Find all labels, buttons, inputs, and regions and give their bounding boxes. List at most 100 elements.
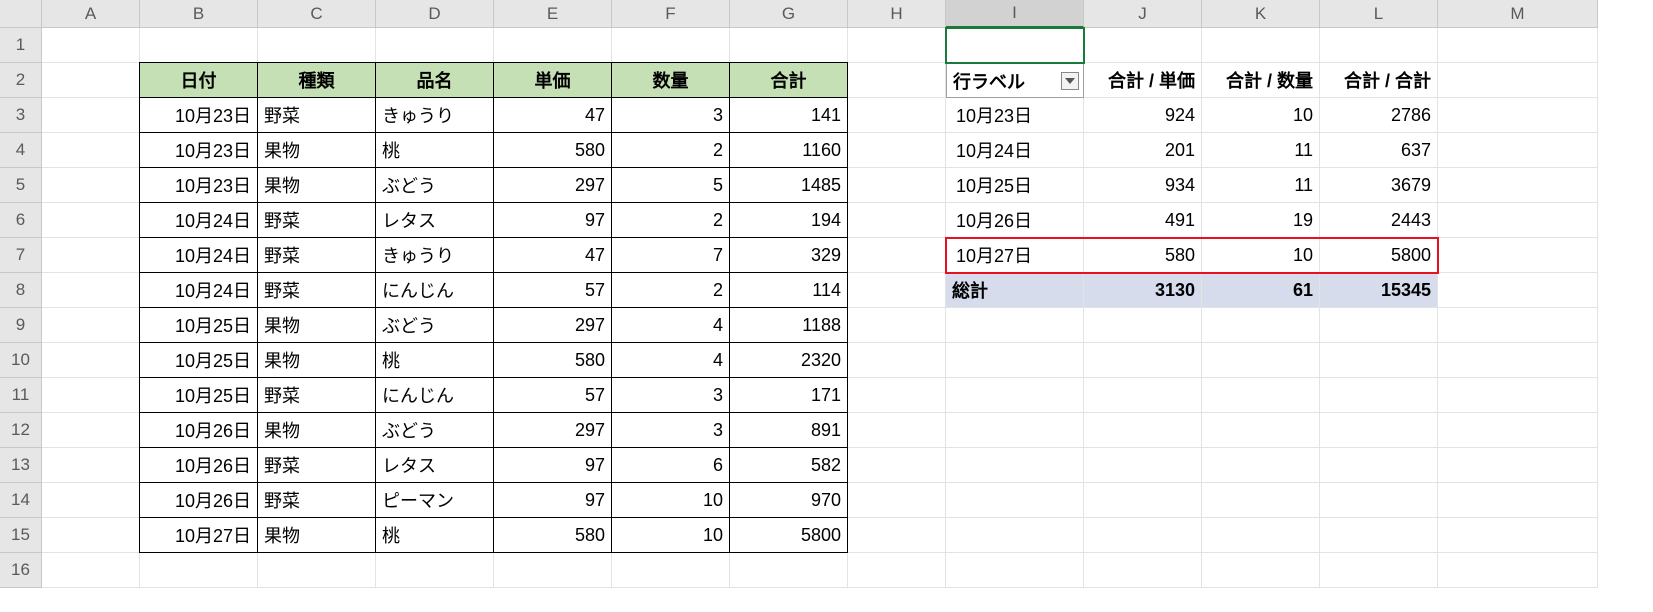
row-head-12[interactable]: 12	[0, 413, 42, 448]
src-cell-r6-c2[interactable]: ぶどう	[375, 307, 494, 343]
src-cell-r6-c0[interactable]: 10月25日	[139, 307, 258, 343]
pivot-row-label-0[interactable]: 10月23日	[946, 98, 1084, 133]
src-cell-r5-c2[interactable]: にんじん	[375, 272, 494, 308]
cell-H7[interactable]	[848, 238, 946, 273]
cell-I16[interactable]	[946, 553, 1084, 588]
src-cell-r4-c5[interactable]: 329	[729, 237, 848, 273]
cell-H2[interactable]	[848, 63, 946, 98]
cell-E1[interactable]	[494, 28, 612, 63]
col-head-J[interactable]: J	[1084, 0, 1202, 28]
cell-A15[interactable]	[42, 518, 140, 553]
cell-K15[interactable]	[1202, 518, 1320, 553]
src-cell-r9-c5[interactable]: 891	[729, 412, 848, 448]
src-header-3[interactable]: 単価	[493, 62, 612, 98]
src-header-5[interactable]: 合計	[729, 62, 848, 98]
pivot-val-r4-c1[interactable]: 10	[1202, 238, 1320, 273]
cell-K1[interactable]	[1202, 28, 1320, 63]
row-head-8[interactable]: 8	[0, 273, 42, 308]
src-cell-r5-c3[interactable]: 57	[493, 272, 612, 308]
cell-K13[interactable]	[1202, 448, 1320, 483]
cell-A9[interactable]	[42, 308, 140, 343]
src-cell-r7-c3[interactable]: 580	[493, 342, 612, 378]
src-cell-r8-c4[interactable]: 3	[611, 377, 730, 413]
cell-A12[interactable]	[42, 413, 140, 448]
src-cell-r1-c1[interactable]: 果物	[257, 132, 376, 168]
cell-M15[interactable]	[1438, 518, 1598, 553]
cell-H10[interactable]	[848, 343, 946, 378]
cell-A6[interactable]	[42, 203, 140, 238]
cell-M7[interactable]	[1438, 238, 1598, 273]
src-cell-r0-c0[interactable]: 10月23日	[139, 97, 258, 133]
src-cell-r3-c2[interactable]: レタス	[375, 202, 494, 238]
cell-M1[interactable]	[1438, 28, 1598, 63]
col-head-K[interactable]: K	[1202, 0, 1320, 28]
pivot-row-label-dropdown[interactable]	[1061, 72, 1079, 90]
src-cell-r3-c5[interactable]: 194	[729, 202, 848, 238]
cell-K9[interactable]	[1202, 308, 1320, 343]
src-cell-r4-c1[interactable]: 野菜	[257, 237, 376, 273]
src-cell-r8-c0[interactable]: 10月25日	[139, 377, 258, 413]
src-cell-r9-c0[interactable]: 10月26日	[139, 412, 258, 448]
src-cell-r3-c0[interactable]: 10月24日	[139, 202, 258, 238]
cell-E16[interactable]	[494, 553, 612, 588]
row-head-3[interactable]: 3	[0, 98, 42, 133]
src-cell-r12-c5[interactable]: 5800	[729, 517, 848, 553]
src-cell-r7-c4[interactable]: 4	[611, 342, 730, 378]
cell-H14[interactable]	[848, 483, 946, 518]
cell-A10[interactable]	[42, 343, 140, 378]
src-cell-r7-c0[interactable]: 10月25日	[139, 342, 258, 378]
cell-H11[interactable]	[848, 378, 946, 413]
src-cell-r12-c3[interactable]: 580	[493, 517, 612, 553]
pivot-row-label-1[interactable]: 10月24日	[946, 133, 1084, 168]
cell-H6[interactable]	[848, 203, 946, 238]
cell-A14[interactable]	[42, 483, 140, 518]
src-cell-r10-c2[interactable]: レタス	[375, 447, 494, 483]
cell-A16[interactable]	[42, 553, 140, 588]
cell-M6[interactable]	[1438, 203, 1598, 238]
cell-J12[interactable]	[1084, 413, 1202, 448]
src-cell-r11-c3[interactable]: 97	[493, 482, 612, 518]
src-cell-r1-c5[interactable]: 1160	[729, 132, 848, 168]
cell-H5[interactable]	[848, 168, 946, 203]
cell-F1[interactable]	[612, 28, 730, 63]
src-cell-r2-c5[interactable]: 1485	[729, 167, 848, 203]
cell-B1[interactable]	[140, 28, 258, 63]
src-cell-r10-c4[interactable]: 6	[611, 447, 730, 483]
cell-A2[interactable]	[42, 63, 140, 98]
col-head-I[interactable]: I	[946, 0, 1084, 28]
src-cell-r5-c0[interactable]: 10月24日	[139, 272, 258, 308]
cell-J10[interactable]	[1084, 343, 1202, 378]
src-cell-r2-c4[interactable]: 5	[611, 167, 730, 203]
src-cell-r12-c1[interactable]: 果物	[257, 517, 376, 553]
pivot-val-r0-c2[interactable]: 2786	[1320, 98, 1438, 133]
src-cell-r7-c2[interactable]: 桃	[375, 342, 494, 378]
src-cell-r12-c4[interactable]: 10	[611, 517, 730, 553]
src-cell-r11-c2[interactable]: ピーマン	[375, 482, 494, 518]
cell-J13[interactable]	[1084, 448, 1202, 483]
cell-K10[interactable]	[1202, 343, 1320, 378]
src-cell-r0-c5[interactable]: 141	[729, 97, 848, 133]
pivot-grand-val-2[interactable]: 15345	[1320, 273, 1438, 308]
cell-H15[interactable]	[848, 518, 946, 553]
col-head-M[interactable]: M	[1438, 0, 1598, 28]
src-cell-r11-c0[interactable]: 10月26日	[139, 482, 258, 518]
cell-D16[interactable]	[376, 553, 494, 588]
cell-M16[interactable]	[1438, 553, 1598, 588]
src-header-0[interactable]: 日付	[139, 62, 258, 98]
cell-F16[interactable]	[612, 553, 730, 588]
cell-H9[interactable]	[848, 308, 946, 343]
src-cell-r9-c3[interactable]: 297	[493, 412, 612, 448]
cell-L11[interactable]	[1320, 378, 1438, 413]
pivot-val-r1-c2[interactable]: 637	[1320, 133, 1438, 168]
src-cell-r10-c3[interactable]: 97	[493, 447, 612, 483]
src-cell-r8-c1[interactable]: 野菜	[257, 377, 376, 413]
cell-M4[interactable]	[1438, 133, 1598, 168]
pivot-val-r1-c0[interactable]: 201	[1084, 133, 1202, 168]
pivot-value-header-1[interactable]: 合計 / 数量	[1202, 63, 1320, 98]
pivot-val-r0-c0[interactable]: 924	[1084, 98, 1202, 133]
src-cell-r11-c4[interactable]: 10	[611, 482, 730, 518]
src-cell-r6-c4[interactable]: 4	[611, 307, 730, 343]
cell-J1[interactable]	[1084, 28, 1202, 63]
cell-I14[interactable]	[946, 483, 1084, 518]
row-head-15[interactable]: 15	[0, 518, 42, 553]
